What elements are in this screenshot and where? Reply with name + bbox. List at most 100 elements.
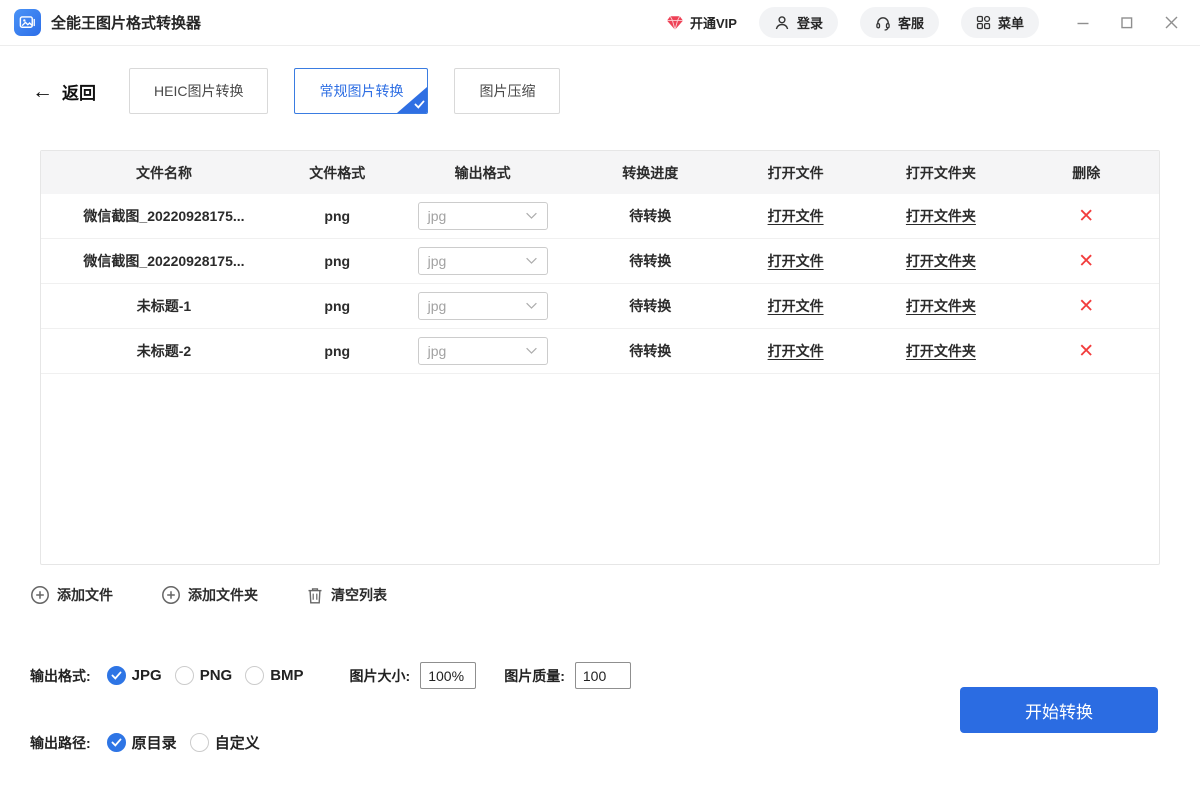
format-radio-group: JPG PNG BMP [107,666,304,685]
tab-label: HEIC图片转换 [154,81,243,101]
image-quality-input[interactable] [575,662,631,689]
add-folder-button[interactable]: 添加文件夹 [161,585,258,605]
login-button[interactable]: 登录 [759,7,838,38]
file-format: png [287,298,388,314]
delete-icon[interactable]: ✕ [1078,207,1094,226]
app-title: 全能王图片格式转换器 [51,12,201,33]
output-format-settings: 输出格式: JPG PNG BMP 图片大小: 图片质量: [30,662,631,689]
output-path-label: 输出路径: [30,733,91,753]
app-logo-icon [14,9,41,36]
circle-plus-icon [161,585,181,605]
open-file-link[interactable]: 打开文件 [768,206,824,226]
open-folder-link[interactable]: 打开文件夹 [906,296,976,316]
image-size-label: 图片大小: [350,666,411,686]
open-folder-link[interactable]: 打开文件夹 [906,206,976,226]
tab-label: 常规图片转换 [319,81,403,101]
titlebar: 全能王图片格式转换器 开通VIP 登录 [0,0,1200,46]
radio-circle [245,666,264,685]
radio-label: PNG [200,667,233,684]
file-format: png [287,208,388,224]
delete-icon[interactable]: ✕ [1078,297,1094,316]
table-row: 微信截图_20220928175... png jpg 待转换 打开文件 打开文… [41,239,1159,284]
service-button[interactable]: 客服 [860,7,939,38]
radio-check-icon [111,671,122,680]
grid-menu-icon [976,15,991,30]
menu-label: 菜单 [998,13,1024,32]
radio-circle [107,666,126,685]
open-file-link[interactable]: 打开文件 [768,296,824,316]
titlebar-left: 全能王图片格式转换器 [0,9,201,36]
vip-gem-icon [666,15,684,31]
file-format: png [287,253,388,269]
service-label: 客服 [898,13,924,32]
image-size-input[interactable] [420,662,476,689]
delete-icon[interactable]: ✕ [1078,252,1094,271]
radio-option[interactable]: JPG [107,666,162,685]
nav-row: ← 返回 HEIC图片转换 常规图片转换 图片压缩 [32,68,560,114]
image-quality-label: 图片质量: [504,666,565,686]
menu-button[interactable]: 菜单 [961,7,1039,38]
file-name: 未标题-1 [41,296,287,316]
radio-option[interactable]: 自定义 [190,732,260,753]
chevron-down-icon [525,212,538,220]
open-file-link[interactable]: 打开文件 [768,341,824,361]
table-row: 未标题-2 png jpg 待转换 打开文件 打开文件夹 ✕ [41,329,1159,374]
open-folder-link[interactable]: 打开文件夹 [906,341,976,361]
back-label: 返回 [62,79,96,104]
close-button[interactable] [1161,12,1182,33]
output-format-value: jpg [428,298,447,314]
file-table: 文件名称文件格式输出格式转换进度打开文件打开文件夹删除 微信截图_2022092… [40,150,1160,565]
output-format-select[interactable]: jpg [418,292,548,320]
app-window: 全能王图片格式转换器 开通VIP 登录 [0,0,1200,800]
path-radio-group: 原目录 自定义 [107,732,260,753]
clear-list-button[interactable]: 清空列表 [306,585,387,605]
open-file-link[interactable]: 打开文件 [768,251,824,271]
output-format-value: jpg [428,208,447,224]
tab-2[interactable]: 图片压缩 [454,68,560,114]
conversion-status: 待转换 [578,341,723,361]
circle-plus-icon [30,585,50,605]
radio-label: JPG [132,667,162,684]
headset-icon [875,15,891,31]
output-format-select[interactable]: jpg [418,202,548,230]
chevron-down-icon [525,257,538,265]
output-format-value: jpg [428,343,447,359]
column-header: 转换进度 [578,163,723,183]
vip-button[interactable]: 开通VIP [666,13,737,32]
conversion-status: 待转换 [578,251,723,271]
output-format-select[interactable]: jpg [418,337,548,365]
active-tab-check-icon [414,100,425,109]
column-header: 打开文件夹 [868,163,1013,183]
add-file-button[interactable]: 添加文件 [30,585,113,605]
radio-label: 原目录 [132,732,177,753]
radio-option[interactable]: BMP [245,666,303,685]
open-folder-link[interactable]: 打开文件夹 [906,251,976,271]
radio-option[interactable]: 原目录 [107,732,177,753]
column-header: 文件格式 [287,163,388,183]
delete-icon[interactable]: ✕ [1078,342,1094,361]
file-format: png [287,343,388,359]
back-arrow-icon: ← [32,81,53,102]
output-format-value: jpg [428,253,447,269]
chevron-down-icon [525,347,538,355]
column-header: 输出格式 [388,163,578,183]
radio-option[interactable]: PNG [175,666,233,685]
output-format-select[interactable]: jpg [418,247,548,275]
chevron-down-icon [525,302,538,310]
file-name: 未标题-2 [41,341,287,361]
table-actions: 添加文件 添加文件夹 清空列表 [30,585,387,605]
tab-1[interactable]: 常规图片转换 [294,68,428,114]
login-label: 登录 [797,13,823,32]
tab-0[interactable]: HEIC图片转换 [129,68,268,114]
window-controls [1073,12,1182,33]
radio-label: 自定义 [215,732,260,753]
start-convert-button[interactable]: 开始转换 [960,687,1158,733]
maximize-button[interactable] [1117,13,1137,33]
minimize-button[interactable] [1073,13,1093,33]
back-button[interactable]: ← 返回 [32,79,96,104]
output-format-label: 输出格式: [30,666,91,686]
file-name: 微信截图_20220928175... [41,251,287,271]
radio-circle [175,666,194,685]
table-body: 微信截图_20220928175... png jpg 待转换 打开文件 打开文… [41,194,1159,374]
conversion-status: 待转换 [578,296,723,316]
